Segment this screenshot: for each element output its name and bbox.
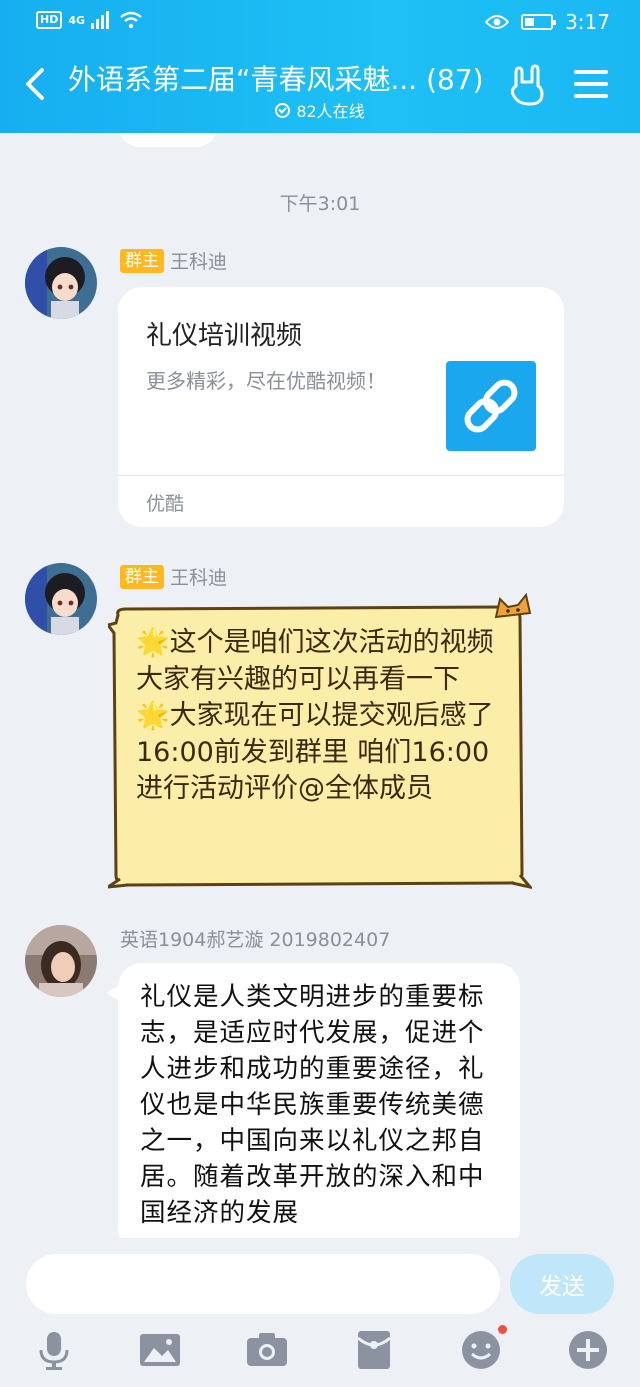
camera-icon — [247, 1333, 287, 1366]
voice-button[interactable] — [32, 1328, 76, 1372]
toolbar — [0, 1325, 640, 1378]
plus-icon — [569, 1331, 607, 1369]
owner-badge: 群主 — [120, 564, 164, 589]
status-bar: HD 4G 3:17 — [0, 0, 640, 44]
link-icon — [464, 379, 518, 433]
group-app-button[interactable] — [508, 64, 548, 108]
sender-name: 英语1904郝艺漩 2019802407 — [120, 929, 391, 951]
avatar[interactable] — [25, 925, 97, 997]
red-packet-button[interactable] — [352, 1328, 396, 1372]
link-card[interactable]: 礼仪培训视频 更多精彩，尽在优酷视频！ 优酷 — [118, 287, 564, 527]
card-title: 礼仪培训视频 — [146, 321, 303, 351]
message-timestamp: 下午3:01 — [279, 193, 361, 215]
camera-button[interactable] — [245, 1328, 289, 1372]
sender-info: 英语1904郝艺漩 2019802407 — [120, 925, 390, 952]
sender-name: 王科迪 — [170, 251, 228, 273]
owner-badge: 群主 — [120, 248, 164, 273]
card-source: 优酷 — [146, 493, 185, 515]
hand-icon — [510, 64, 544, 106]
group-name: 外语系第二届“青春风采魅... — [68, 63, 418, 96]
previous-message-bubble — [118, 133, 218, 147]
sender-info: 群主 王科迪 — [120, 247, 227, 274]
mic-icon — [39, 1332, 69, 1370]
notification-dot — [498, 1325, 507, 1334]
clock-time: 3:17 — [565, 10, 610, 34]
group-title[interactable]: 外语系第二届“青春风采魅... (87) — [68, 58, 498, 98]
hd-indicator: HD — [36, 11, 63, 29]
message-input[interactable] — [26, 1254, 500, 1314]
avatar-image — [25, 563, 97, 635]
menu-icon — [574, 70, 608, 74]
red-packet-icon — [357, 1331, 391, 1369]
emoji-button[interactable] — [459, 1325, 507, 1372]
network-indicator: 4G — [68, 13, 86, 27]
eye-icon — [485, 15, 510, 29]
message-text: 礼仪是人类文明进步的重要标志，是适应时代发展，促进个人进步和成功的重要途径，礼仪… — [140, 982, 485, 1228]
themed-message-bubble[interactable]: 🌟这个是咱们这次活动的视频 大家有兴趣的可以再看一下 🌟大家现在可以提交观后感了… — [108, 593, 532, 893]
input-bar: 发送 — [0, 1238, 640, 1387]
chat-header: HD 4G 3:17 外语系第二届“青春风采魅... (87) 82人在线 — [0, 0, 640, 133]
menu-button[interactable] — [574, 70, 608, 102]
avatar-image — [25, 247, 97, 319]
image-icon — [140, 1334, 180, 1366]
emoji-icon — [462, 1331, 500, 1369]
member-count: (87) — [426, 63, 484, 96]
sender-info: 群主 王科迪 — [120, 563, 227, 590]
cat-sticker-icon — [494, 593, 532, 619]
card-footer: 优酷 — [118, 475, 564, 527]
send-button[interactable]: 发送 — [510, 1254, 614, 1314]
message-list[interactable]: 下午3:01 群主 王科迪 礼仪培训视频 更多精彩，尽在优酷视频！ 优酷 群主 … — [0, 133, 640, 1238]
sender-name: 王科迪 — [170, 567, 228, 589]
wifi-icon — [120, 11, 142, 29]
message-bubble[interactable]: 礼仪是人类文明进步的重要标志，是适应时代发展，促进个人进步和成功的重要途径，礼仪… — [106, 963, 520, 1238]
message-text: 🌟这个是咱们这次活动的视频 大家有兴趣的可以再看一下 🌟大家现在可以提交观后感了… — [136, 627, 494, 804]
battery-icon — [521, 14, 557, 30]
signal-icon — [91, 11, 110, 29]
card-description: 更多精彩，尽在优酷视频！ — [146, 369, 386, 393]
link-thumbnail — [446, 361, 536, 451]
avatar-image — [25, 925, 97, 997]
avatar[interactable] — [25, 563, 97, 635]
image-button[interactable] — [138, 1328, 182, 1372]
more-button[interactable] — [566, 1328, 610, 1372]
online-count: 82人在线 — [296, 102, 365, 121]
online-icon — [275, 102, 291, 118]
avatar[interactable] — [25, 247, 97, 319]
